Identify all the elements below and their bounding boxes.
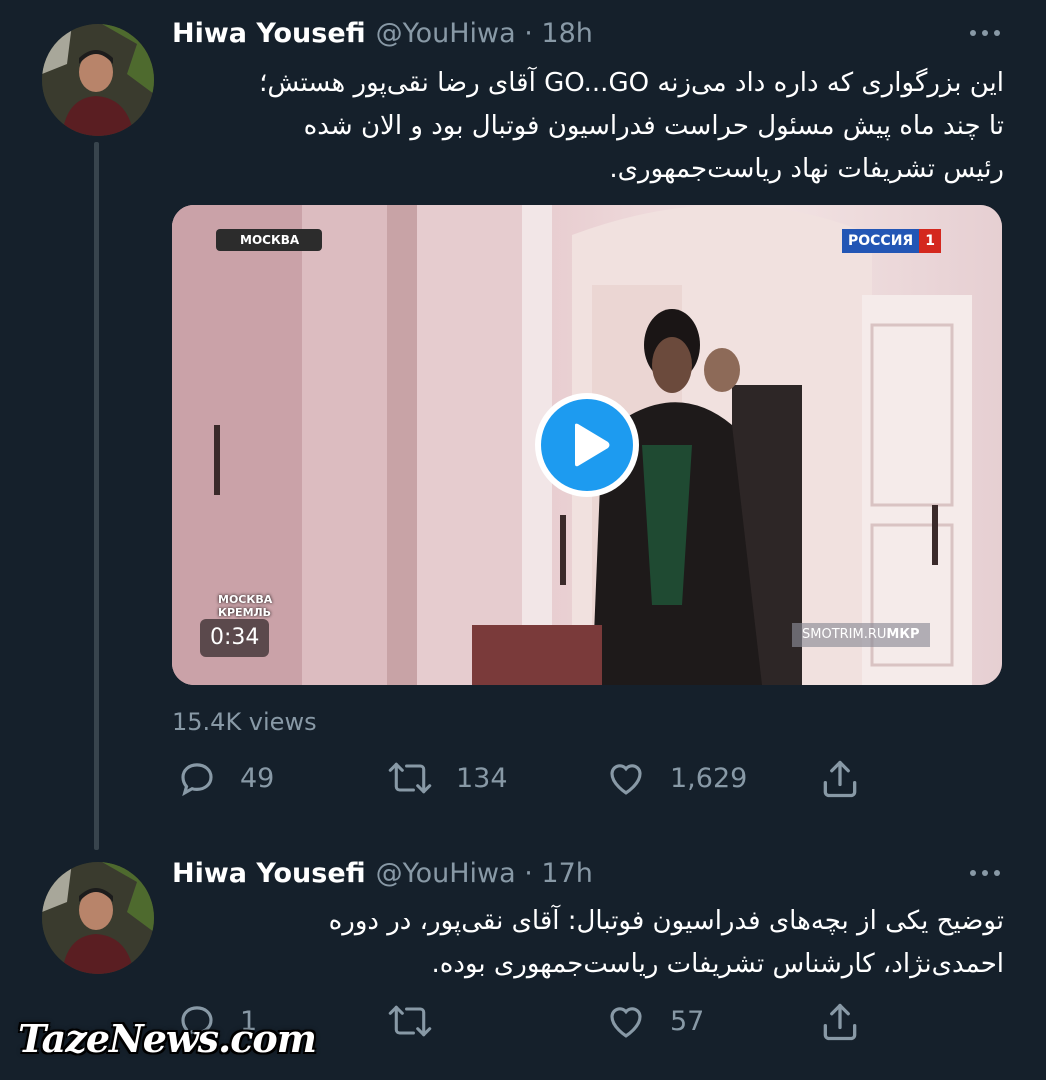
- reply-icon: [181, 763, 213, 797]
- thread-line: [94, 142, 99, 850]
- location-badge: МОСКВА КРЕМЛЬ: [218, 593, 273, 619]
- watermark-logo: TazeNews.com: [18, 1016, 317, 1061]
- tweet-text-line: این بزرگواری که داره داد می‌زنه GO...GO …: [259, 68, 1004, 98]
- tweet-header: Hiwa Yousefi @YouHiwa · 17h: [172, 858, 593, 898]
- tweet-text-line: تا چند ماه پیش مسئول حراست فدراسیون فوتب…: [303, 111, 1004, 141]
- share-button[interactable]: [818, 1000, 862, 1044]
- view-count: 15.4K views: [172, 708, 317, 736]
- share-icon: [823, 760, 857, 798]
- video-player[interactable]: МОСКВА РОССИЯ 1 МОСКВА КРЕМЛЬ SMOTRIM.RU…: [172, 205, 1002, 685]
- play-button[interactable]: [535, 393, 639, 497]
- tweet-text-line: احمدی‌نژاد، کارشناس تشریفات ریاست‌جمهوری…: [431, 949, 1004, 979]
- reply-button[interactable]: 49: [176, 757, 274, 799]
- avatar[interactable]: [42, 862, 154, 974]
- retweet-icon: [388, 1005, 432, 1037]
- like-icon: [610, 1007, 642, 1038]
- tweet-time: 18h: [541, 18, 593, 49]
- tweet-text-line: رئیس تشریفات نهاد ریاست‌جمهوری.: [609, 154, 1004, 184]
- author-handle[interactable]: @YouHiwa · 17h: [376, 858, 593, 889]
- retweet-button[interactable]: [386, 1000, 456, 1042]
- more-icon[interactable]: [970, 870, 1000, 876]
- play-icon: [575, 423, 610, 467]
- tweet-time: 17h: [541, 858, 593, 889]
- author-handle[interactable]: @YouHiwa · 18h: [376, 18, 593, 49]
- tweet-text-line: توضیح یکی از بچه‌های فدراسیون فوتبال: آق…: [328, 906, 1004, 936]
- share-button[interactable]: [818, 757, 862, 801]
- author-name[interactable]: Hiwa Yousefi: [172, 18, 366, 49]
- retweet-button[interactable]: 134: [386, 757, 508, 799]
- tweet-text: این بزرگواری که داره داد می‌زنه GO...GO …: [172, 62, 1004, 191]
- tweet-text: توضیح یکی از بچه‌های فدراسیون فوتبال: آق…: [172, 900, 1004, 986]
- share-icon: [823, 1003, 857, 1041]
- tweet-header: Hiwa Yousefi @YouHiwa · 18h: [172, 18, 593, 58]
- video-duration: 0:34: [200, 619, 270, 657]
- more-icon[interactable]: [970, 30, 1000, 36]
- author-name[interactable]: Hiwa Yousefi: [172, 858, 366, 889]
- tweet-actions: 49 134 1,629: [172, 757, 892, 803]
- avatar[interactable]: [42, 24, 154, 136]
- like-button[interactable]: 57: [604, 1000, 704, 1042]
- channel-logo: РОССИЯ 1: [842, 229, 941, 253]
- channel-top-left-badge: МОСКВА: [216, 229, 322, 251]
- like-button[interactable]: 1,629: [604, 757, 747, 799]
- like-icon: [610, 764, 642, 795]
- retweet-icon: [388, 762, 432, 794]
- source-caption: SMOTRIM.RUМКР: [792, 623, 930, 647]
